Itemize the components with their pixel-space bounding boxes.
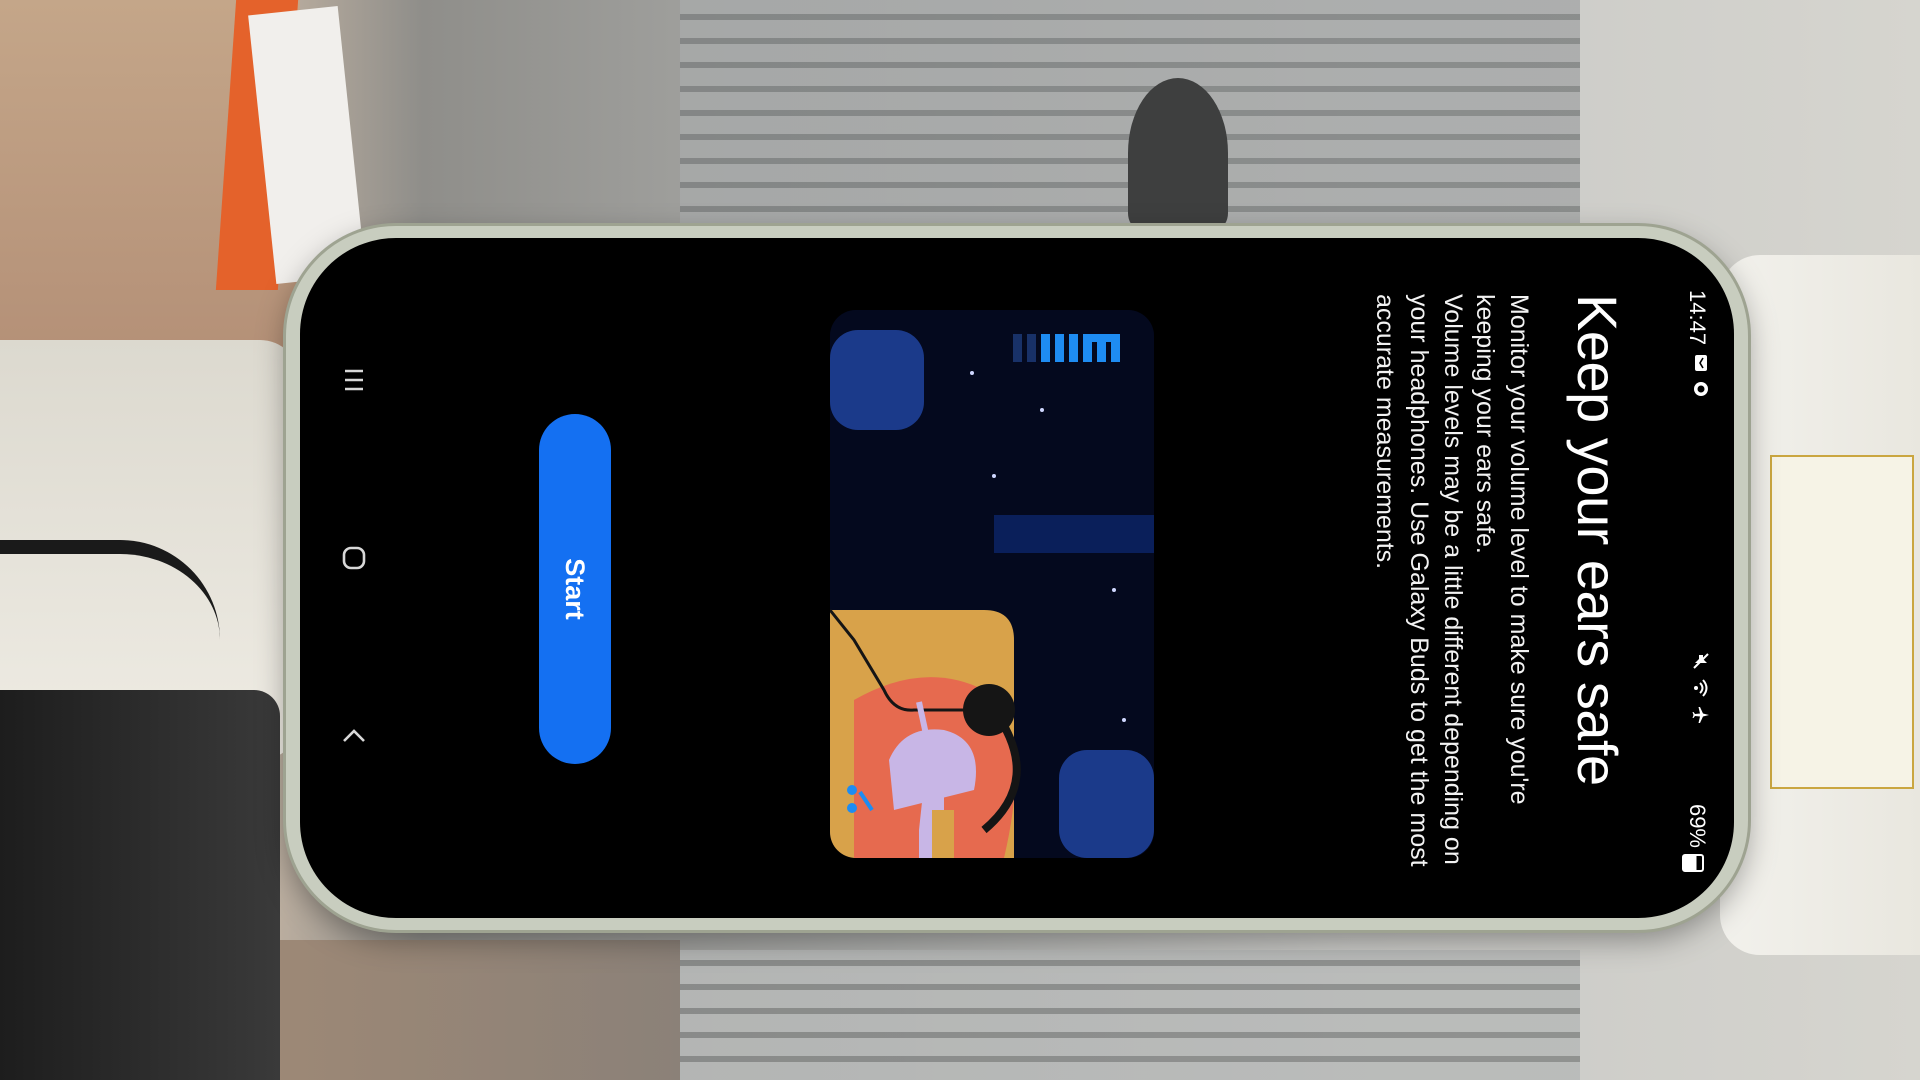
wifi-icon xyxy=(1687,678,1710,698)
navigation-bar xyxy=(314,238,394,918)
phone-screen: 14:47 69% Keep your ears safe Monitor yo… xyxy=(300,238,1734,918)
camera-body xyxy=(0,690,280,1080)
headphone-earcup xyxy=(963,684,1015,736)
background-shelf-bottom xyxy=(680,950,1580,1080)
panel-shape xyxy=(994,515,1154,553)
status-time: 14:47 xyxy=(1685,290,1710,346)
description-primary: Monitor your volume level to make sure y… xyxy=(1471,294,1533,805)
battery-icon xyxy=(1682,854,1704,872)
illustration-art xyxy=(830,310,1154,858)
start-button[interactable]: Start xyxy=(539,414,611,764)
headphone-illustration xyxy=(830,310,1154,858)
home-icon xyxy=(342,546,366,570)
airplane-icon xyxy=(1687,706,1710,724)
page-title: Keep your ears safe xyxy=(1566,294,1629,786)
recent-apps-icon xyxy=(345,369,363,391)
status-bar: 14:47 69% xyxy=(1672,238,1734,918)
description-secondary: Volume levels may be a little different … xyxy=(1371,294,1467,867)
background-figure xyxy=(1128,78,1228,228)
panel-shape xyxy=(1059,750,1154,858)
back-button[interactable] xyxy=(332,714,376,758)
panel-shape xyxy=(830,330,924,430)
mute-icon xyxy=(1687,652,1710,670)
camera-scene: 14:47 69% Keep your ears safe Monitor yo… xyxy=(0,0,1920,1080)
recent-apps-button[interactable] xyxy=(332,358,376,402)
message-icon xyxy=(1687,354,1710,372)
warning-label xyxy=(1770,455,1914,789)
screen-content: 14:47 69% Keep your ears safe Monitor yo… xyxy=(300,238,1734,918)
sync-icon xyxy=(1687,380,1710,398)
back-icon xyxy=(343,729,365,742)
battery-percentage: 69% xyxy=(1685,803,1710,848)
home-button[interactable] xyxy=(332,536,376,580)
